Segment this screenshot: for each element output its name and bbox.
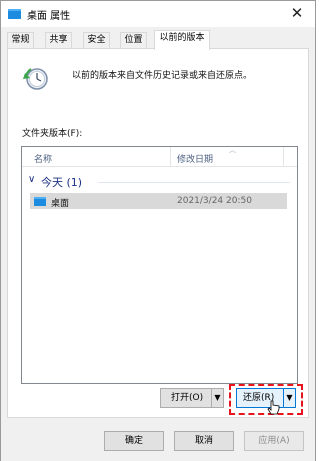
list-header: 名称 ︿ 修改日期 (22, 146, 297, 167)
highlight-outline (229, 384, 303, 415)
title-bar: 桌面 属性 ✕ (1, 1, 315, 27)
list-item-name: 桌面 (51, 199, 70, 209)
group-label: 今天 (1) (41, 176, 83, 189)
group-header[interactable]: ∨ 今天 (1) (28, 174, 290, 190)
open-button-label: 打开(O) (171, 393, 204, 403)
column-modified-header[interactable]: 修改日期 (177, 152, 213, 165)
description-text: 以前的版本来自文件历史记录或来自还原点。 (72, 71, 253, 81)
list-item[interactable]: 桌面 2021/3/24 20:50 (30, 193, 287, 209)
versions-list[interactable]: 名称 ︿ 修改日期 ∨ 今天 (1) 桌面 2021/3/24 20:50 (21, 146, 298, 384)
properties-window: 桌面 属性 ✕ 常规 共享 安全 位置 以前的版本 以前的版本来自文件历史记录或… (0, 0, 316, 461)
folder-versions-label: 文件夹版本(F): (22, 129, 83, 139)
tab-general[interactable]: 常规 (7, 32, 34, 49)
open-dropdown-arrow[interactable]: ▼ (211, 389, 223, 407)
previous-versions-panel: 以前的版本来自文件历史记录或来自还原点。 文件夹版本(F): 名称 ︿ 修改日期… (7, 48, 309, 418)
close-button[interactable]: ✕ (287, 3, 307, 23)
dialog-footer: 确定 取消 应用(A) (1, 423, 315, 461)
tab-sharing[interactable]: 共享 (45, 32, 72, 49)
tab-security[interactable]: 安全 (83, 32, 110, 49)
sort-chevron-icon: ︿ (229, 146, 236, 154)
group-divider (98, 182, 290, 183)
close-icon: ✕ (290, 4, 304, 22)
tab-location[interactable]: 位置 (120, 32, 147, 49)
tab-previous-versions[interactable]: 以前的版本 (154, 30, 210, 50)
open-split-button[interactable]: 打开(O) ▼ (160, 388, 224, 408)
chevron-down-icon[interactable]: ∨ (28, 174, 35, 185)
cancel-button[interactable]: 取消 (174, 431, 234, 451)
list-item-date: 2021/3/24 20:50 (177, 196, 252, 206)
folder-icon (8, 9, 21, 19)
window-title: 桌面 属性 (27, 11, 71, 22)
tab-strip: 常规 共享 安全 位置 以前的版本 (7, 30, 309, 50)
apply-button[interactable]: 应用(A) (244, 431, 304, 451)
column-divider[interactable] (170, 147, 171, 167)
restore-clock-icon (23, 68, 48, 90)
pointer-cursor-icon (267, 400, 280, 415)
folder-icon (34, 197, 46, 206)
ok-button[interactable]: 确定 (104, 431, 164, 451)
column-divider[interactable] (283, 147, 284, 167)
column-name-header[interactable]: 名称 (34, 152, 52, 165)
